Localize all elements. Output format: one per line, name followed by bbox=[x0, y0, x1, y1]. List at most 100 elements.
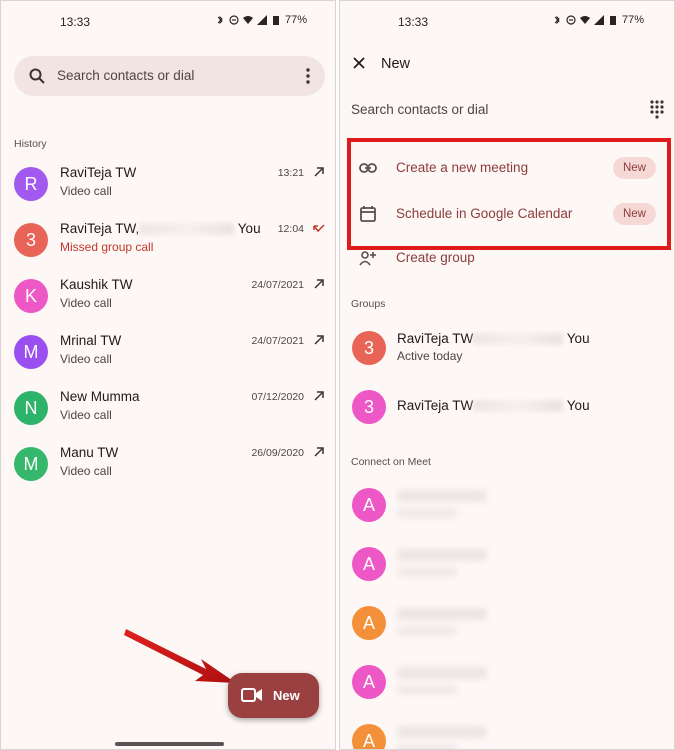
battery-level: 77% bbox=[285, 14, 308, 26]
search-bar[interactable]: Search contacts or dial bbox=[14, 56, 325, 96]
contact-item[interactable]: A bbox=[340, 600, 674, 650]
call-type: Video call bbox=[60, 408, 112, 422]
avatar: 3 bbox=[352, 390, 386, 424]
history-row[interactable]: K Kaushik TW Video call 24/07/2021 bbox=[1, 273, 335, 325]
call-time: 12:04 bbox=[277, 223, 304, 235]
contact-name: New Mumma bbox=[60, 389, 140, 404]
history-row[interactable]: 3 RaviTeja TW, You Missed group call 12:04 bbox=[1, 217, 335, 269]
blurred-detail bbox=[397, 685, 457, 695]
bluetooth-icon bbox=[217, 15, 223, 25]
group-item[interactable]: 3 RaviTeja TW You Active today bbox=[340, 323, 674, 373]
status-time: 13:33 bbox=[60, 15, 91, 29]
history-label: History bbox=[14, 138, 47, 150]
highlight-box bbox=[347, 138, 671, 250]
video-camera-icon bbox=[241, 688, 262, 702]
page-title: New bbox=[381, 56, 411, 72]
status-time: 13:33 bbox=[398, 15, 429, 29]
dnd-icon bbox=[566, 15, 576, 25]
blurred-name bbox=[397, 667, 487, 679]
battery-icon bbox=[610, 16, 616, 25]
outgoing-call-icon bbox=[314, 391, 324, 401]
avatar: A bbox=[352, 547, 386, 581]
history-row[interactable]: M Mrinal TW Video call 24/07/2021 bbox=[1, 329, 335, 381]
avatar: N bbox=[14, 391, 48, 425]
call-time: 26/09/2020 bbox=[251, 447, 304, 459]
missed-call-icon bbox=[313, 224, 325, 233]
add-group-icon bbox=[359, 251, 376, 266]
status-icons: 77% bbox=[552, 14, 644, 26]
battery-level: 77% bbox=[622, 14, 645, 26]
create-group-label: Create group bbox=[396, 250, 475, 265]
new-screen: 13:33 77% New Search contacts or dial Cr… bbox=[339, 0, 675, 750]
wifi-icon bbox=[243, 16, 253, 24]
avatar: 3 bbox=[352, 331, 386, 365]
dnd-icon bbox=[229, 15, 239, 25]
search-icon bbox=[29, 68, 45, 84]
outgoing-call-icon bbox=[314, 279, 324, 289]
search-input[interactable]: Search contacts or dial bbox=[351, 102, 488, 117]
history-row[interactable]: M Manu TW Video call 26/09/2020 bbox=[1, 441, 335, 493]
group-name: RaviTeja TW You bbox=[397, 398, 590, 413]
contact-name: RaviTeja TW bbox=[60, 165, 137, 180]
dialpad-icon[interactable] bbox=[649, 99, 665, 119]
history-row[interactable]: N New Mumma Video call 07/12/2020 bbox=[1, 385, 335, 437]
contact-item[interactable]: A bbox=[340, 718, 674, 749]
connect-on-meet-label: Connect on Meet bbox=[351, 456, 431, 468]
contact-name: Kaushik TW bbox=[60, 277, 133, 292]
status-bar: 13:33 77% bbox=[1, 11, 335, 33]
recent-calls-screen: 13:33 77% Search contacts or dial Histor… bbox=[0, 0, 336, 750]
avatar: A bbox=[352, 665, 386, 699]
more-options-icon[interactable] bbox=[305, 67, 311, 85]
blurred-detail bbox=[397, 508, 457, 518]
battery-icon bbox=[273, 16, 279, 25]
outgoing-call-icon bbox=[314, 447, 324, 457]
contact-item[interactable]: A bbox=[340, 541, 674, 591]
avatar: A bbox=[352, 488, 386, 522]
avatar: M bbox=[14, 447, 48, 481]
blurred-detail bbox=[397, 567, 457, 577]
blurred-name bbox=[397, 608, 487, 620]
search-placeholder: Search contacts or dial bbox=[57, 68, 195, 83]
status-bar: 13:33 77% bbox=[340, 11, 674, 33]
call-type: Video call bbox=[60, 184, 112, 198]
avatar: K bbox=[14, 279, 48, 313]
signal-icon bbox=[257, 15, 267, 25]
blurred-name bbox=[397, 490, 487, 502]
contact-item[interactable]: A bbox=[340, 659, 674, 709]
call-time: 13:21 bbox=[277, 167, 304, 179]
close-icon[interactable] bbox=[351, 55, 367, 71]
gesture-bar[interactable] bbox=[115, 742, 224, 746]
blurred-name bbox=[397, 549, 487, 561]
call-time: 24/07/2021 bbox=[251, 279, 304, 291]
group-item[interactable]: 3 RaviTeja TW You bbox=[340, 382, 674, 432]
avatar: A bbox=[352, 724, 386, 749]
blurred-detail bbox=[397, 626, 457, 636]
new-call-button[interactable]: New bbox=[228, 673, 319, 718]
wifi-icon bbox=[580, 16, 590, 24]
signal-icon bbox=[594, 15, 604, 25]
avatar: 3 bbox=[14, 223, 48, 257]
contact-name: Manu TW bbox=[60, 445, 119, 460]
call-time: 24/07/2021 bbox=[251, 335, 304, 347]
avatar: R bbox=[14, 167, 48, 201]
bluetooth-icon bbox=[554, 15, 560, 25]
contact-name: RaviTeja TW, You bbox=[60, 221, 261, 236]
status-icons: 77% bbox=[215, 14, 307, 26]
outgoing-call-icon bbox=[314, 335, 324, 345]
avatar: M bbox=[14, 335, 48, 369]
call-time: 07/12/2020 bbox=[251, 391, 304, 403]
groups-label: Groups bbox=[351, 298, 386, 310]
outgoing-call-icon bbox=[314, 167, 324, 177]
blurred-detail bbox=[397, 744, 457, 749]
call-type: Missed group call bbox=[60, 240, 154, 254]
new-call-label: New bbox=[273, 688, 300, 703]
group-status: Active today bbox=[397, 349, 463, 363]
call-type: Video call bbox=[60, 352, 112, 366]
annotation-arrow bbox=[124, 629, 236, 683]
history-row[interactable]: R RaviTeja TW Video call 13:21 bbox=[1, 161, 335, 213]
contact-name: Mrinal TW bbox=[60, 333, 122, 348]
contact-item[interactable]: A bbox=[340, 482, 674, 532]
group-name: RaviTeja TW You bbox=[397, 331, 590, 346]
call-type: Video call bbox=[60, 296, 112, 310]
call-type: Video call bbox=[60, 464, 112, 478]
